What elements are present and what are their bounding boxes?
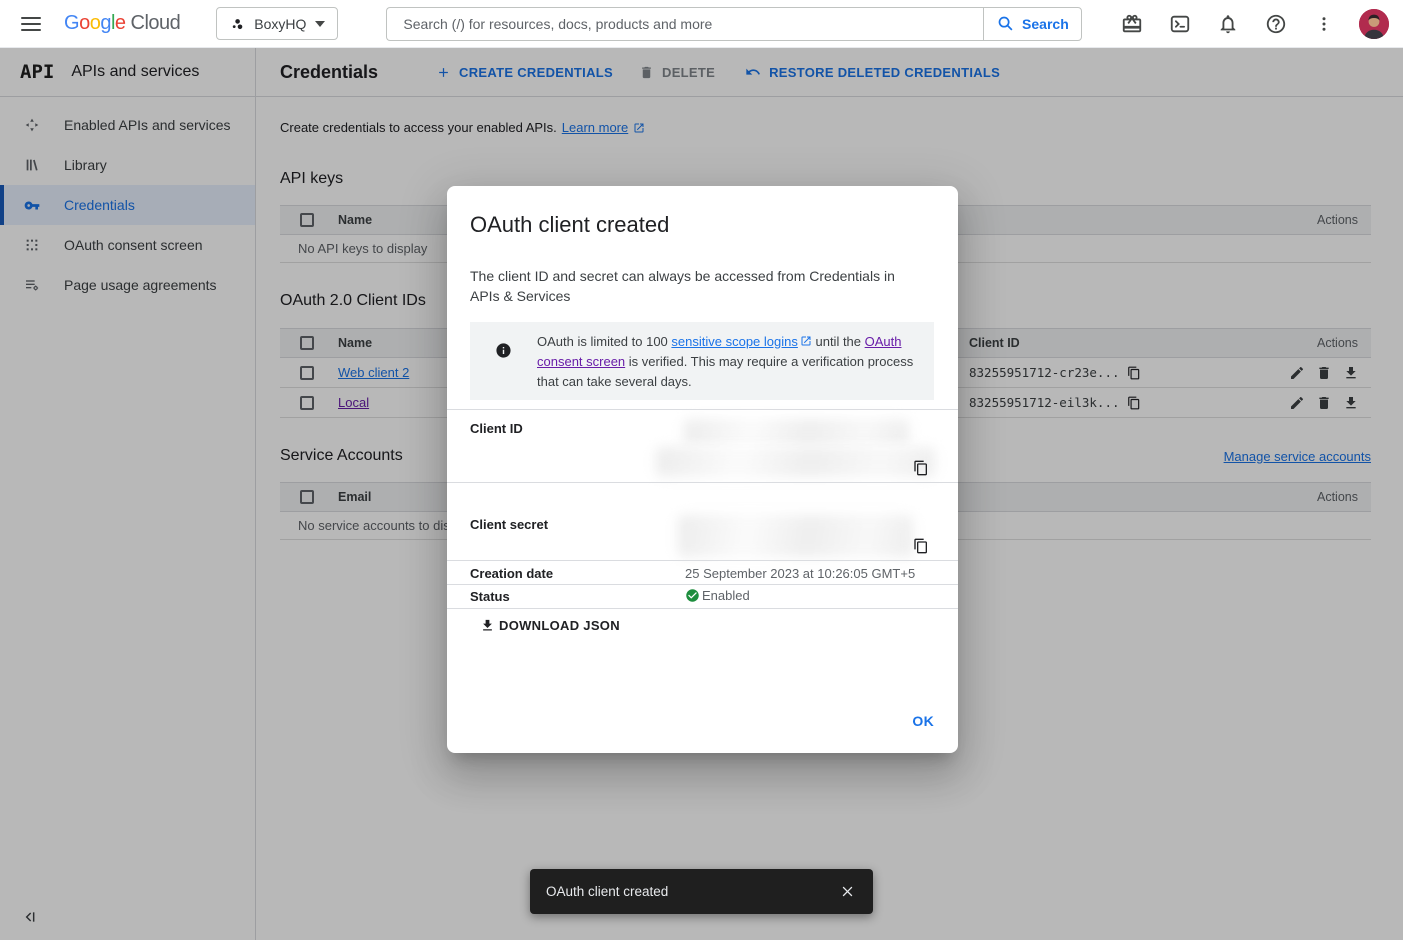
google-wordmark: Google	[64, 12, 126, 35]
google-cloud-logo: Google Cloud	[64, 12, 180, 35]
client-id-label: Client ID	[470, 421, 523, 436]
creation-date-value: 25 September 2023 at 10:26:05 GMT+5	[685, 566, 915, 581]
screen: Google Cloud BoxyHQ Search	[0, 0, 1403, 940]
topbar: Google Cloud BoxyHQ Search	[0, 0, 1403, 48]
client-id-redacted-value	[656, 447, 935, 477]
sensitive-scope-logins-link[interactable]: sensitive scope logins	[671, 334, 797, 349]
cloud-wordmark: Cloud	[131, 12, 181, 35]
notifications-icon[interactable]	[1215, 11, 1241, 37]
creation-date-row: Creation date 25 September 2023 at 10:26…	[447, 560, 958, 584]
toast: OAuth client created	[530, 869, 873, 914]
info-icon	[495, 342, 512, 400]
cloud-shell-icon[interactable]	[1167, 11, 1193, 37]
project-name: BoxyHQ	[254, 16, 306, 32]
project-selector[interactable]: BoxyHQ	[216, 7, 338, 40]
download-json-button[interactable]: DOWNLOAD JSON	[480, 618, 620, 633]
more-vertical-icon[interactable]	[1311, 11, 1337, 37]
dialog-title: OAuth client created	[470, 212, 669, 238]
gift-icon[interactable]	[1119, 11, 1145, 37]
dialog-fields: Client ID Client secret Creation date 25…	[447, 409, 958, 666]
search-icon	[997, 15, 1014, 32]
client-secret-redacted-value	[678, 515, 913, 557]
search-button[interactable]: Search	[983, 7, 1082, 41]
copy-icon[interactable]	[913, 460, 929, 479]
ok-button[interactable]: OK	[912, 713, 934, 729]
chevron-down-icon	[315, 21, 325, 27]
copy-icon[interactable]	[913, 538, 929, 557]
download-icon	[480, 618, 495, 633]
notice-banner: OAuth is limited to 100 sensitive scope …	[470, 322, 934, 400]
avatar[interactable]	[1359, 9, 1389, 39]
topbar-actions	[1119, 9, 1389, 39]
status-row: Status Enabled	[447, 584, 958, 608]
close-icon[interactable]	[836, 880, 859, 903]
dialog-description: The client ID and secret can always be a…	[470, 266, 920, 306]
oauth-client-created-dialog: OAuth client created The client ID and s…	[447, 186, 958, 753]
download-row: DOWNLOAD JSON	[447, 608, 958, 666]
help-icon[interactable]	[1263, 11, 1289, 37]
external-link-icon	[800, 335, 812, 347]
menu-icon[interactable]	[21, 17, 41, 31]
project-icon	[229, 16, 245, 32]
toast-message: OAuth client created	[546, 884, 836, 899]
client-id-redacted-value	[684, 419, 909, 445]
status-badge: Enabled	[685, 588, 750, 603]
client-id-row: Client ID	[447, 409, 958, 482]
search-input[interactable]	[386, 7, 983, 41]
check-circle-icon	[685, 588, 700, 603]
client-secret-row: Client secret	[447, 482, 958, 560]
creation-date-label: Creation date	[470, 566, 553, 581]
status-label: Status	[470, 589, 510, 604]
client-secret-label: Client secret	[470, 517, 548, 532]
notice-text: OAuth is limited to 100 sensitive scope …	[537, 332, 915, 400]
global-search: Search	[386, 7, 1082, 41]
